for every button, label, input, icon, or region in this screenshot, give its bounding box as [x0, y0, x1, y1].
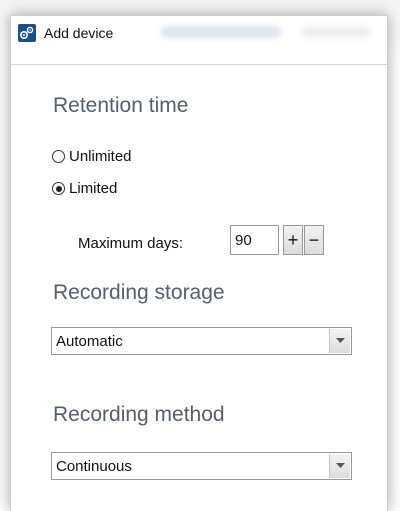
retention-time-heading: Retention time: [53, 94, 189, 117]
recording-storage-value: Automatic: [56, 333, 123, 350]
recording-storage-heading: Recording storage: [53, 281, 225, 304]
radio-unlimited[interactable]: Unlimited: [52, 148, 132, 165]
window-title: Add device: [44, 25, 114, 41]
maximum-days-input[interactable]: [230, 225, 279, 255]
recording-method-select[interactable]: Continuous: [51, 452, 352, 480]
dropdown-arrow-button[interactable]: [329, 454, 350, 478]
title-divider: [11, 64, 387, 65]
radio-checked-icon[interactable]: [52, 182, 65, 195]
blurred-background-tab: [301, 26, 371, 38]
radio-unlimited-label: Unlimited: [69, 148, 132, 165]
blurred-background-tab: [161, 26, 281, 38]
chevron-down-icon: [335, 338, 345, 343]
add-device-dialog: Add device Retention time Unlimited Limi…: [10, 15, 388, 511]
decrement-button[interactable]: −: [304, 225, 324, 255]
radio-limited[interactable]: Limited: [52, 180, 117, 197]
recording-method-heading: Recording method: [53, 403, 225, 426]
radio-unchecked-icon[interactable]: [52, 150, 65, 163]
chevron-down-icon: [335, 463, 345, 468]
recording-method-value: Continuous: [56, 458, 132, 475]
maximum-days-label: Maximum days:: [78, 235, 184, 252]
title-bar[interactable]: Add device: [11, 16, 387, 50]
device-settings-icon: [18, 24, 36, 42]
increment-button[interactable]: +: [283, 225, 303, 255]
dropdown-arrow-button[interactable]: [329, 329, 350, 353]
radio-limited-label: Limited: [69, 180, 118, 197]
recording-storage-select[interactable]: Automatic: [51, 327, 352, 355]
